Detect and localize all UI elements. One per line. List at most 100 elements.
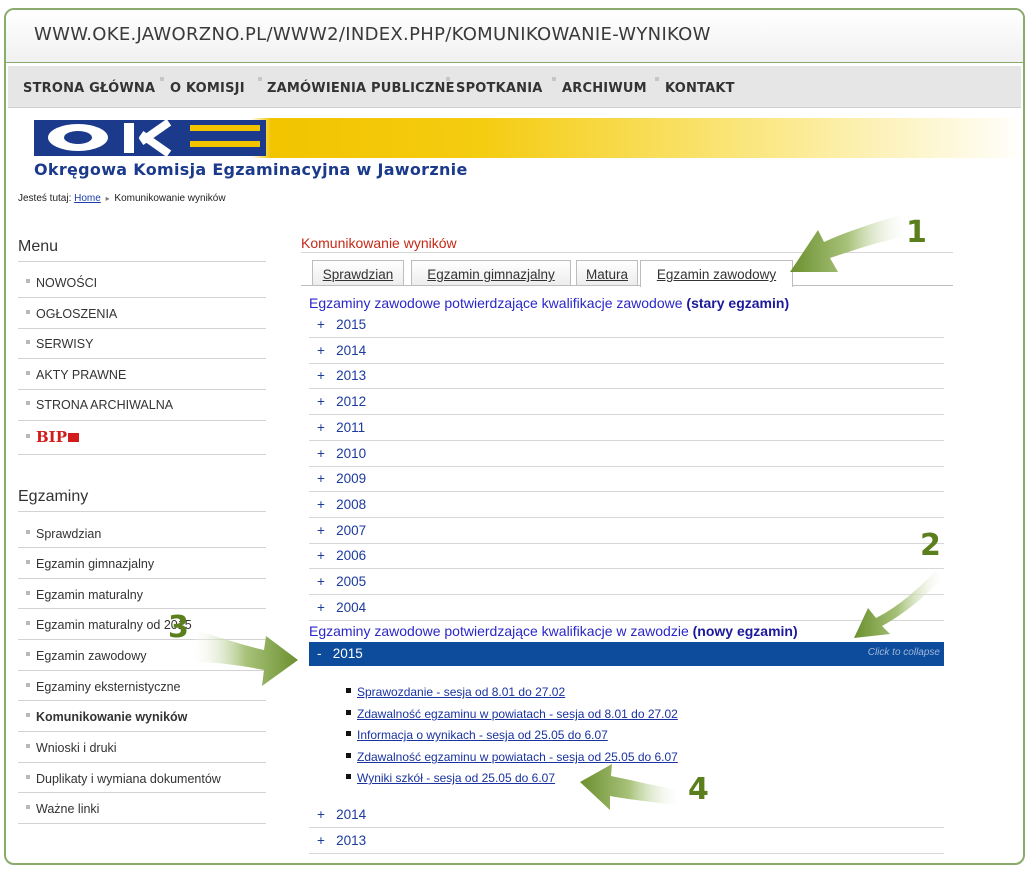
nav-spotkania[interactable]: SPOTKANIA <box>456 81 543 96</box>
nav-o-komisji[interactable]: O KOMISJI <box>170 81 245 96</box>
sidebar-item-egzaminy-eksternistyczne[interactable]: Egzaminy eksternistyczne <box>26 680 181 694</box>
year-text: 2008 <box>336 497 367 512</box>
divider <box>18 297 266 298</box>
nav-kontakt[interactable]: KONTAKT <box>665 81 735 96</box>
top-navigation: STRONA GŁÓWNA O KOMISJI ZAMÓWIENIA PUBLI… <box>8 66 1021 108</box>
year-text: 2013 <box>336 833 367 848</box>
sidebar-item-wazne-linki[interactable]: Ważne linki <box>26 802 99 816</box>
year-label: + 2014 <box>317 807 366 822</box>
sidebar-item-egzamin-gimnazjalny[interactable]: Egzamin gimnazjalny <box>26 557 154 571</box>
sidebar-item-egzamin-maturalny-2015[interactable]: Egzamin maturalny od 2015 <box>26 618 192 632</box>
divider <box>18 261 266 262</box>
tab-egzamin-gimnazjalny[interactable]: Egzamin gimnazjalny <box>411 260 571 286</box>
sidebar-item-ogloszenia[interactable]: OGŁOSZENIA <box>26 307 117 321</box>
section-heading-text: Egzaminy zawodowe potwierdzające kwalifi… <box>309 623 689 639</box>
year-row-2011-old[interactable]: + 2011 <box>309 415 944 441</box>
year-text: 2015 <box>336 317 367 332</box>
plus-icon: + <box>317 343 325 358</box>
sidebar-item-label: Egzamin gimnazjalny <box>36 557 155 571</box>
link-informacja-o-wynikach[interactable]: Informacja o wynikach - sesja od 25.05 d… <box>346 728 608 742</box>
year-row-2007-old[interactable]: + 2007 <box>309 518 944 544</box>
divider <box>18 762 266 763</box>
sidebar-item-bip[interactable]: BIP <box>26 428 79 446</box>
nav-separator <box>655 77 659 81</box>
link-wyniki-szkol[interactable]: Wyniki szkół - sesja od 25.05 do 6.07 <box>346 771 555 785</box>
url-text[interactable]: WWW.OKE.JAWORZNO.PL/WWW2/INDEX.PHP/KOMUN… <box>34 24 711 45</box>
sidebar-item-label: Egzamin zawodowy <box>36 649 147 663</box>
breadcrumb-home-link[interactable]: Home <box>74 193 101 204</box>
sidebar-item-duplikaty[interactable]: Duplikaty i wymiana dokumentów <box>26 772 221 786</box>
year-row-2013-old[interactable]: + 2013 <box>309 363 944 389</box>
exams-heading: Egzaminy <box>18 488 89 505</box>
nav-strona-glowna[interactable]: STRONA GŁÓWNA <box>23 81 155 96</box>
bip-flag-icon <box>67 433 79 442</box>
sidebar-item-strona-archiwalna[interactable]: STRONA ARCHIWALNA <box>26 398 173 412</box>
sidebar-item-sprawdzian[interactable]: Sprawdzian <box>26 527 101 541</box>
tab-egzamin-zawodowy[interactable]: Egzamin zawodowy <box>640 260 793 287</box>
plus-icon: + <box>317 368 325 383</box>
sidebar-item-akty-prawne[interactable]: AKTY PRAWNE <box>26 368 126 382</box>
sidebar-item-wnioski-i-druki[interactable]: Wnioski i druki <box>26 741 117 755</box>
year-row-2006-old[interactable]: + 2006 <box>309 543 944 569</box>
year-row-2005-old[interactable]: + 2005 <box>309 569 944 595</box>
collapse-hint[interactable]: Click to collapse <box>868 647 940 658</box>
tab-matura[interactable]: Matura <box>576 260 638 286</box>
sidebar-item-label: STRONA ARCHIWALNA <box>36 398 174 412</box>
link-text[interactable]: Wyniki szkół - sesja od 25.05 do 6.07 <box>357 771 555 785</box>
link-text[interactable]: Zdawalność egzaminu w powiatach - sesja … <box>357 750 678 764</box>
year-text: 2014 <box>336 807 367 822</box>
tab-sprawdzian[interactable]: Sprawdzian <box>312 260 404 286</box>
link-text[interactable]: Zdawalność egzaminu w powiatach - sesja … <box>357 707 678 721</box>
year-row-2012-old[interactable]: + 2012 <box>309 389 944 415</box>
year-row-2013-new[interactable]: + 2013 <box>309 828 944 854</box>
sidebar-item-egzamin-maturalny[interactable]: Egzamin maturalny <box>26 588 143 602</box>
year-row-2014-new[interactable]: + 2014 <box>309 802 944 828</box>
sidebar-item-label: Wnioski i druki <box>36 741 117 755</box>
minus-icon: - <box>317 646 322 661</box>
link-sprawozdanie[interactable]: Sprawozdanie - sesja od 8.01 do 27.02 <box>346 685 565 699</box>
plus-icon: + <box>317 548 325 563</box>
link-text[interactable]: Sprawozdanie - sesja od 8.01 do 27.02 <box>357 685 565 699</box>
sidebar-item-komunikowanie-wynikow[interactable]: Komunikowanie wyników <box>26 710 187 724</box>
plus-icon: + <box>317 394 325 409</box>
sidebar-item-label: Ważne linki <box>36 802 100 816</box>
section-heading-old-exam: Egzaminy zawodowe potwierdzające kwalifi… <box>309 295 789 311</box>
divider <box>18 608 266 609</box>
annotation-number-1: 1 <box>906 215 927 250</box>
year-text: 2005 <box>336 574 367 589</box>
divider <box>18 700 266 701</box>
plus-icon: + <box>317 523 325 538</box>
year-row-2014-old[interactable]: + 2014 <box>309 338 944 364</box>
year-label: + 2004 <box>317 600 366 615</box>
year-row-2009-old[interactable]: + 2009 <box>309 466 944 492</box>
year-row-2010-old[interactable]: + 2010 <box>309 441 944 467</box>
plus-icon: + <box>317 420 325 435</box>
section-heading-text: Egzaminy zawodowe potwierdzające kwalifi… <box>309 295 683 311</box>
nav-archiwum[interactable]: ARCHIWUM <box>562 81 647 96</box>
year-row-2008-old[interactable]: + 2008 <box>309 492 944 518</box>
nav-separator <box>160 77 164 81</box>
address-bar[interactable]: WWW.OKE.JAWORZNO.PL/WWW2/INDEX.PHP/KOMUN… <box>6 10 1023 63</box>
sidebar-item-egzamin-zawodowy[interactable]: Egzamin zawodowy <box>26 649 146 663</box>
browser-frame: WWW.OKE.JAWORZNO.PL/WWW2/INDEX.PHP/KOMUN… <box>4 8 1025 865</box>
nav-zamowienia-publiczne[interactable]: ZAMÓWIENIA PUBLICZNE <box>267 81 455 96</box>
link-zdawalnosc-8-01[interactable]: Zdawalność egzaminu w powiatach - sesja … <box>346 707 678 721</box>
sidebar-item-label: Egzaminy eksternistyczne <box>36 680 181 694</box>
bullet-icon <box>346 753 351 759</box>
divider <box>18 389 266 390</box>
sidebar-item-nowosci[interactable]: NOWOŚCI <box>26 276 97 290</box>
year-text: 2012 <box>336 394 367 409</box>
year-label: + 2013 <box>317 833 366 848</box>
year-row-2015-old[interactable]: + 2015 <box>309 312 944 338</box>
divider <box>18 328 266 329</box>
sidebar-item-serwisy[interactable]: SERWISY <box>26 337 93 351</box>
divider <box>18 511 266 512</box>
link-zdawalnosc-25-05[interactable]: Zdawalność egzaminu w powiatach - sesja … <box>346 750 678 764</box>
year-2015-expanded[interactable]: - 2015 Click to collapse <box>309 642 944 666</box>
year-row-2004-old[interactable]: + 2004 <box>309 595 944 621</box>
annotation-number-2: 2 <box>920 528 941 563</box>
bullet-icon <box>346 774 351 780</box>
divider <box>18 731 266 732</box>
link-text[interactable]: Informacja o wynikach - sesja od 25.05 d… <box>357 728 608 742</box>
nav-separator <box>552 77 556 81</box>
